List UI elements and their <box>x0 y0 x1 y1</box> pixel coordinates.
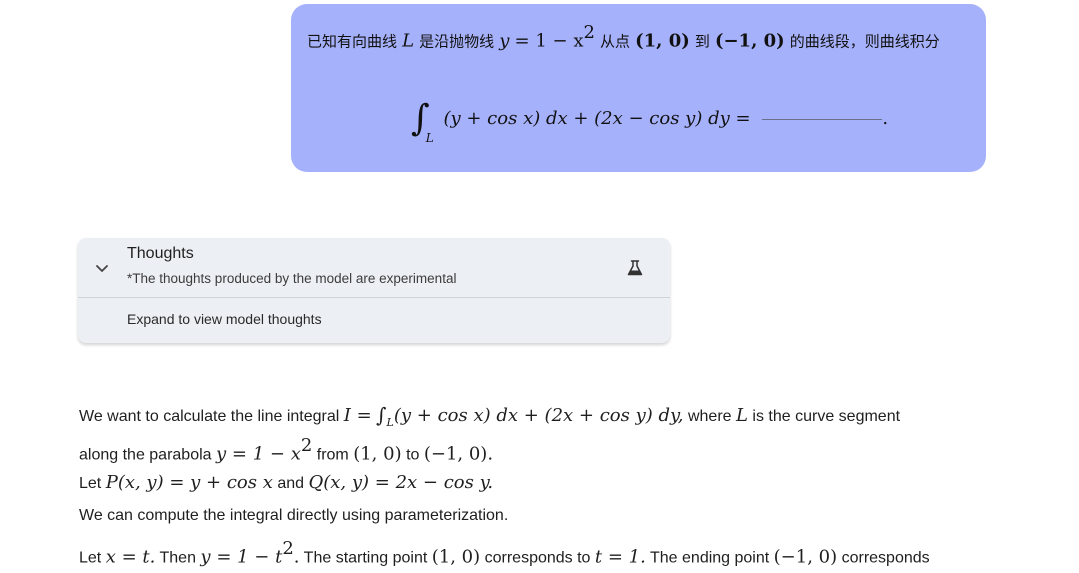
math-expression: I = <box>343 405 372 426</box>
math-expression: y = 1 − x <box>216 443 301 465</box>
question-formula: ∫L (y + cos x) dx + (2x − cos y) dy = . <box>411 92 889 145</box>
response-text: Let <box>79 475 102 492</box>
response-line-2: along the parabola y = 1 − x2 from (1, 0… <box>79 435 494 465</box>
question-prefix: 已知有向曲线 <box>307 32 398 51</box>
curve-eq-lhs: y <box>499 30 510 52</box>
thoughts-subtitle: *The thoughts produced by the model are … <box>127 271 457 286</box>
response-text: where <box>687 408 732 425</box>
end-point: (−1, 0) <box>714 30 785 52</box>
math-exponent: 2 <box>282 538 294 559</box>
response-line-1: We want to calculate the line integral I… <box>79 402 901 429</box>
flask-icon <box>627 260 643 276</box>
math-expression: Q(x, y) = 2x − cos y. <box>308 472 494 493</box>
math-expression: . <box>293 546 300 568</box>
integrand: (y + cos x) dx + (2x − cos y) dy = <box>443 108 751 129</box>
user-message-bubble: 已知有向曲线 L 是沿抛物线 y = 1 − x2 从点 (1, 0) 到 (−… <box>291 4 986 172</box>
response-line-4: We can compute the integral directly usi… <box>79 507 508 525</box>
math-expression: (−1, 0) <box>773 546 838 568</box>
curve-symbol: L <box>402 30 415 52</box>
response-text: Let <box>79 549 102 567</box>
response-text: and <box>277 475 305 492</box>
thoughts-title: Thoughts <box>127 245 194 262</box>
thoughts-divider <box>78 297 670 298</box>
question-middle: 是沿抛物线 <box>419 32 495 51</box>
response-text: We want to calculate the line integral <box>79 408 340 425</box>
chat-conversation: 已知有向曲线 L 是沿抛物线 y = 1 − x2 从点 (1, 0) 到 (−… <box>0 0 1079 573</box>
math-expression: x = t. <box>105 546 156 568</box>
thoughts-panel[interactable]: Thoughts *The thoughts produced by the m… <box>78 238 670 343</box>
response-text: from <box>316 446 349 464</box>
math-expression: (y + cos x) dx + (2x + cos y) dy, <box>393 405 684 426</box>
integral-subscript: L <box>425 131 434 145</box>
integral-subscript: L <box>386 416 394 429</box>
expand-thoughts-link[interactable]: Expand to view model thoughts <box>127 311 322 327</box>
response-text: We can compute the integral directly usi… <box>79 507 509 524</box>
formula-period: . <box>882 108 889 129</box>
response-text: along the parabola <box>79 446 212 464</box>
math-expression: (1, 0) <box>353 443 402 465</box>
response-text: to <box>406 446 420 464</box>
question-suffix: 的曲线段，则曲线积分 <box>789 32 940 51</box>
response-text: corresponds <box>841 549 930 567</box>
start-point: (1, 0) <box>635 30 690 52</box>
math-expression: P(x, y) = y + cos x <box>105 472 273 493</box>
response-text: The ending point <box>650 549 770 567</box>
response-text: The starting point <box>303 549 428 567</box>
response-text: Then <box>159 549 196 567</box>
response-line-3: Let P(x, y) = y + cos x and Q(x, y) = 2x… <box>79 472 493 493</box>
math-expression: t = 1. <box>594 546 646 568</box>
curve-eq-power: 2 <box>583 22 595 43</box>
math-expression: (1, 0) <box>431 546 481 568</box>
math-expression: (−1, 0). <box>423 443 494 465</box>
answer-blank <box>762 119 883 120</box>
chevron-down-icon[interactable] <box>95 264 109 274</box>
integral-symbol: ∫ <box>376 403 387 427</box>
to-text: 到 <box>694 32 710 51</box>
response-text: corresponds to <box>484 549 591 567</box>
response-line-5: Let x = t. Then y = 1 − t2. The starting… <box>79 538 930 568</box>
math-expression: L <box>736 405 748 426</box>
from-text: 从点 <box>600 32 631 51</box>
question-text: 已知有向曲线 L 是沿抛物线 y = 1 − x2 从点 (1, 0) 到 (−… <box>307 22 940 52</box>
math-exponent: 2 <box>300 435 313 456</box>
curve-eq-rhs: = 1 − x <box>514 30 584 52</box>
math-expression: y = 1 − t <box>200 546 283 568</box>
response-text: is the curve segment <box>752 408 901 425</box>
